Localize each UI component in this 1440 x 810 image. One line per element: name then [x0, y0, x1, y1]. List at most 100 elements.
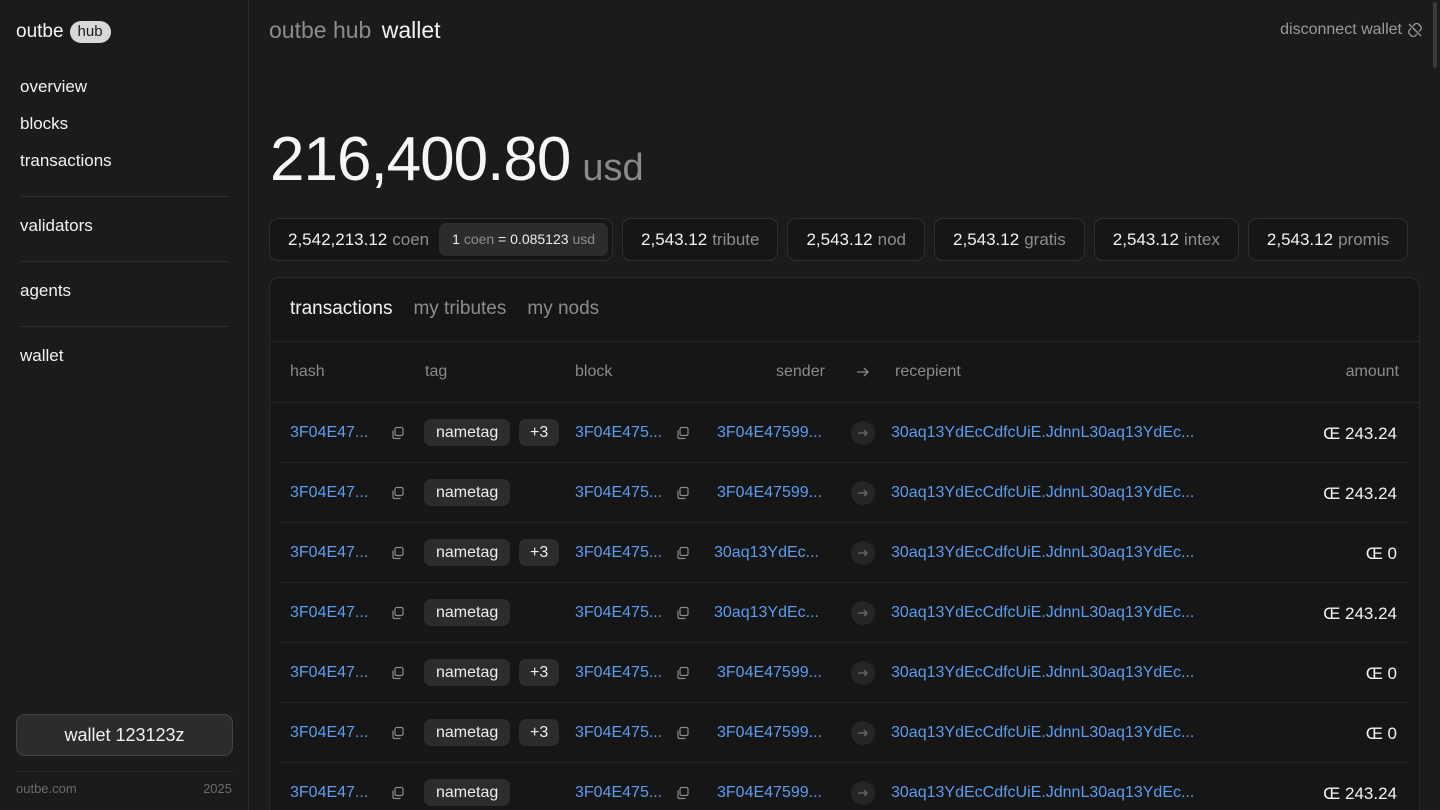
recipient-link[interactable]: 30aq13YdEcCdfcUiE.JdnnL30aq13YdEc... — [891, 784, 1194, 802]
copy-icon[interactable] — [676, 726, 690, 740]
balance-unit: usd — [582, 147, 644, 189]
tx-amount: Œ 243.24 — [1323, 424, 1397, 443]
page-title: outbe hub wallet — [269, 17, 441, 44]
nav-item-transactions[interactable]: transactions — [20, 147, 229, 184]
tx-amount: Œ 0 — [1365, 724, 1397, 743]
copy-icon[interactable] — [676, 486, 690, 500]
copy-icon[interactable] — [391, 786, 405, 800]
nav-item-agents[interactable]: agents — [20, 277, 229, 314]
copy-icon[interactable] — [391, 726, 405, 740]
footer-site-link[interactable]: outbe.com — [16, 781, 77, 796]
more-tags-badge[interactable]: +3 — [519, 539, 560, 566]
token-value: 2,542,213.12 — [288, 229, 388, 249]
recipient-link[interactable]: 30aq13YdEcCdfcUiE.JdnnL30aq13YdEc... — [891, 484, 1194, 502]
sender-link[interactable]: 3F04E47599... — [717, 424, 822, 442]
sender-link[interactable]: 3F04E47599... — [717, 784, 822, 802]
tx-hash-link[interactable]: 3F04E47... — [290, 784, 368, 802]
table-row[interactable]: 3F04E47... nametag 3F04E475... 3F04E47599..… — [280, 463, 1407, 523]
table-row[interactable]: 3F04E47... nametag +3 3F04E475... 3F04E47599… — [280, 403, 1407, 463]
arrow-right-icon — [851, 541, 875, 565]
tx-hash-link[interactable]: 3F04E47... — [290, 424, 368, 442]
tag-badge: nametag — [424, 719, 511, 746]
recipient-link[interactable]: 30aq13YdEcCdfcUiE.JdnnL30aq13YdEc... — [891, 424, 1194, 442]
nav-divider — [20, 326, 229, 327]
table-row[interactable]: 3F04E47... nametag 3F04E475... 3F04E47599..… — [280, 763, 1407, 810]
table-row[interactable]: 3F04E47... nametag 3F04E475... 30aq13YdEc..… — [280, 583, 1407, 643]
block-link[interactable]: 3F04E475... — [575, 664, 662, 682]
arrow-right-icon — [851, 481, 875, 505]
copy-icon[interactable] — [391, 486, 405, 500]
tag-badge: nametag — [424, 479, 511, 506]
block-link[interactable]: 3F04E475... — [575, 724, 662, 742]
column-header-sender[interactable]: sender — [776, 363, 825, 381]
more-tags-badge[interactable]: +3 — [519, 659, 560, 686]
column-header-recipient[interactable]: recepient — [895, 363, 961, 381]
recipient-link[interactable]: 30aq13YdEcCdfcUiE.JdnnL30aq13YdEc... — [891, 544, 1194, 562]
block-link[interactable]: 3F04E475... — [575, 544, 662, 562]
block-link[interactable]: 3F04E475... — [575, 424, 662, 442]
recipient-link[interactable]: 30aq13YdEcCdfcUiE.JdnnL30aq13YdEc... — [891, 664, 1194, 682]
tx-hash-link[interactable]: 3F04E47... — [290, 664, 368, 682]
copy-icon[interactable] — [391, 426, 405, 440]
sender-link[interactable]: 3F04E47599... — [717, 484, 822, 502]
tab-transactions[interactable]: transactions — [290, 298, 392, 320]
copy-icon[interactable] — [676, 426, 690, 440]
token-value: 2,543.12 — [1112, 229, 1179, 249]
block-link[interactable]: 3F04E475... — [575, 484, 662, 502]
copy-icon[interactable] — [676, 786, 690, 800]
table-row[interactable]: 3F04E47... nametag +3 3F04E475... 3F04E47599… — [280, 643, 1407, 703]
copy-icon[interactable] — [676, 666, 690, 680]
copy-icon[interactable] — [391, 666, 405, 680]
wallet-button[interactable]: wallet 123123z — [16, 714, 233, 756]
copy-icon[interactable] — [676, 546, 690, 560]
table-row[interactable]: 3F04E47... nametag +3 3F04E475... 30aq13YdEc… — [280, 523, 1407, 583]
rate-value: = 0.085123 — [498, 231, 569, 247]
tab-my-tributes[interactable]: my tributes — [413, 298, 506, 320]
brand-logo[interactable]: outbe hub — [16, 21, 111, 43]
nav-item-blocks[interactable]: blocks — [20, 110, 229, 147]
column-header-hash[interactable]: hash — [290, 363, 325, 381]
tx-hash-link[interactable]: 3F04E47... — [290, 484, 368, 502]
rate-unit: coen — [463, 231, 495, 247]
table-row[interactable]: 3F04E47... nametag +3 3F04E475... 3F04E47599… — [280, 703, 1407, 763]
token-unit: promis — [1338, 229, 1390, 249]
token-chip-nod: 2,543.12 nod — [787, 218, 926, 261]
tx-hash-link[interactable]: 3F04E47... — [290, 544, 368, 562]
more-tags-badge[interactable]: +3 — [519, 419, 560, 446]
recipient-link[interactable]: 30aq13YdEcCdfcUiE.JdnnL30aq13YdEc... — [891, 604, 1194, 622]
recipient-link[interactable]: 30aq13YdEcCdfcUiE.JdnnL30aq13YdEc... — [891, 724, 1194, 742]
copy-icon[interactable] — [676, 606, 690, 620]
main-content: outbe hub wallet disconnect wallet 216,4… — [249, 0, 1440, 810]
sender-link[interactable]: 30aq13YdEc... — [714, 604, 819, 622]
tab-my-nods[interactable]: my nods — [527, 298, 599, 320]
copy-icon[interactable] — [391, 546, 405, 560]
nav-item-validators[interactable]: validators — [20, 212, 229, 249]
panel-tabs: transactions my tributes my nods — [290, 298, 599, 320]
tag-badge: nametag — [424, 659, 511, 686]
unlink-icon — [1408, 23, 1422, 37]
page-scrollbar[interactable] — [1433, 2, 1437, 68]
token-chip-tribute: 2,543.12 tribute — [622, 218, 779, 261]
token-value: 2,543.12 — [806, 229, 873, 249]
page-title-main: wallet — [381, 17, 441, 43]
nav-item-wallet[interactable]: wallet — [20, 342, 229, 379]
tx-hash-link[interactable]: 3F04E47... — [290, 724, 368, 742]
sender-link[interactable]: 3F04E47599... — [717, 724, 822, 742]
column-header-block[interactable]: block — [575, 363, 612, 381]
token-unit: gratis — [1024, 229, 1066, 249]
sender-link[interactable]: 3F04E47599... — [717, 664, 822, 682]
nav-divider — [20, 196, 229, 197]
tx-hash-link[interactable]: 3F04E47... — [290, 604, 368, 622]
main-nav: overview blocks transactions validators … — [20, 73, 229, 379]
column-header-tag[interactable]: tag — [425, 363, 447, 381]
tx-amount: Œ 243.24 — [1323, 784, 1397, 803]
exchange-rate-badge: 1 coen = 0.085123 usd — [439, 223, 609, 256]
column-header-amount[interactable]: amount — [1346, 363, 1399, 381]
copy-icon[interactable] — [391, 606, 405, 620]
sender-link[interactable]: 30aq13YdEc... — [714, 544, 819, 562]
more-tags-badge[interactable]: +3 — [519, 719, 560, 746]
block-link[interactable]: 3F04E475... — [575, 784, 662, 802]
nav-item-overview[interactable]: overview — [20, 73, 229, 110]
block-link[interactable]: 3F04E475... — [575, 604, 662, 622]
disconnect-wallet-button[interactable]: disconnect wallet — [1280, 21, 1422, 39]
